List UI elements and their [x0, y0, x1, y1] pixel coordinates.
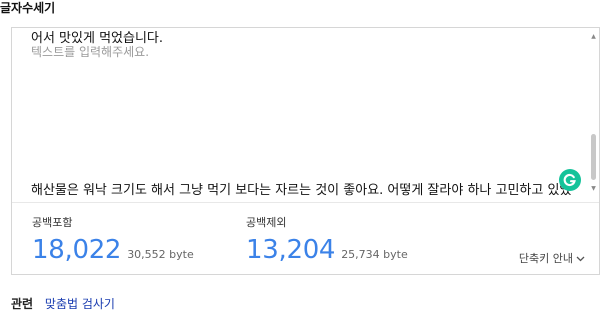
editor-placeholder: 텍스트를 입력해주세요. — [31, 45, 150, 59]
page-title: 글자수세기 — [0, 1, 56, 15]
shortcut-guide-button[interactable]: 단축키 안내 — [519, 250, 585, 266]
shortcut-label: 단축키 안내 — [518, 252, 573, 265]
editor-text-bottom: 해산물은 워낙 크기도 해서 그냥 먹기 보다는 자르는 것이 좋아요. 어떻게… — [31, 183, 572, 198]
stat-with-spaces: 공백포함 18,022 30,552 byte — [32, 216, 194, 265]
stat-bytes: 30,552 byte — [127, 248, 194, 261]
scroll-down-icon[interactable]: ▼ — [590, 186, 597, 192]
scroll-thumb[interactable] — [591, 134, 596, 180]
divider — [12, 202, 599, 203]
stat-label: 공백포함 — [32, 216, 73, 229]
stat-count: 13,204 — [246, 235, 336, 265]
editor-scrollbar[interactable]: ▲ ▼ — [590, 34, 597, 192]
chevron-down-icon — [576, 252, 585, 265]
related-links: 관련 맞춤법 검사기 — [11, 295, 115, 312]
spell-checker-link[interactable]: 맞춤법 검사기 — [45, 297, 115, 311]
scroll-up-icon[interactable]: ▲ — [590, 34, 597, 40]
stat-label: 공백제외 — [246, 216, 287, 229]
text-editor[interactable]: 어서 맛있게 먹었습니다. 텍스트를 입력해주세요. 해산물은 워낙 크기도 해… — [12, 28, 599, 202]
char-counter-widget: 어서 맛있게 먹었습니다. 텍스트를 입력해주세요. 해산물은 워낙 크기도 해… — [11, 27, 600, 275]
related-label: 관련 — [11, 297, 34, 311]
stat-count: 18,022 — [32, 235, 122, 265]
stat-bytes: 25,734 byte — [341, 248, 408, 261]
stat-without-spaces: 공백제외 13,204 25,734 byte — [246, 216, 408, 265]
grammarly-g-icon[interactable] — [559, 169, 581, 191]
